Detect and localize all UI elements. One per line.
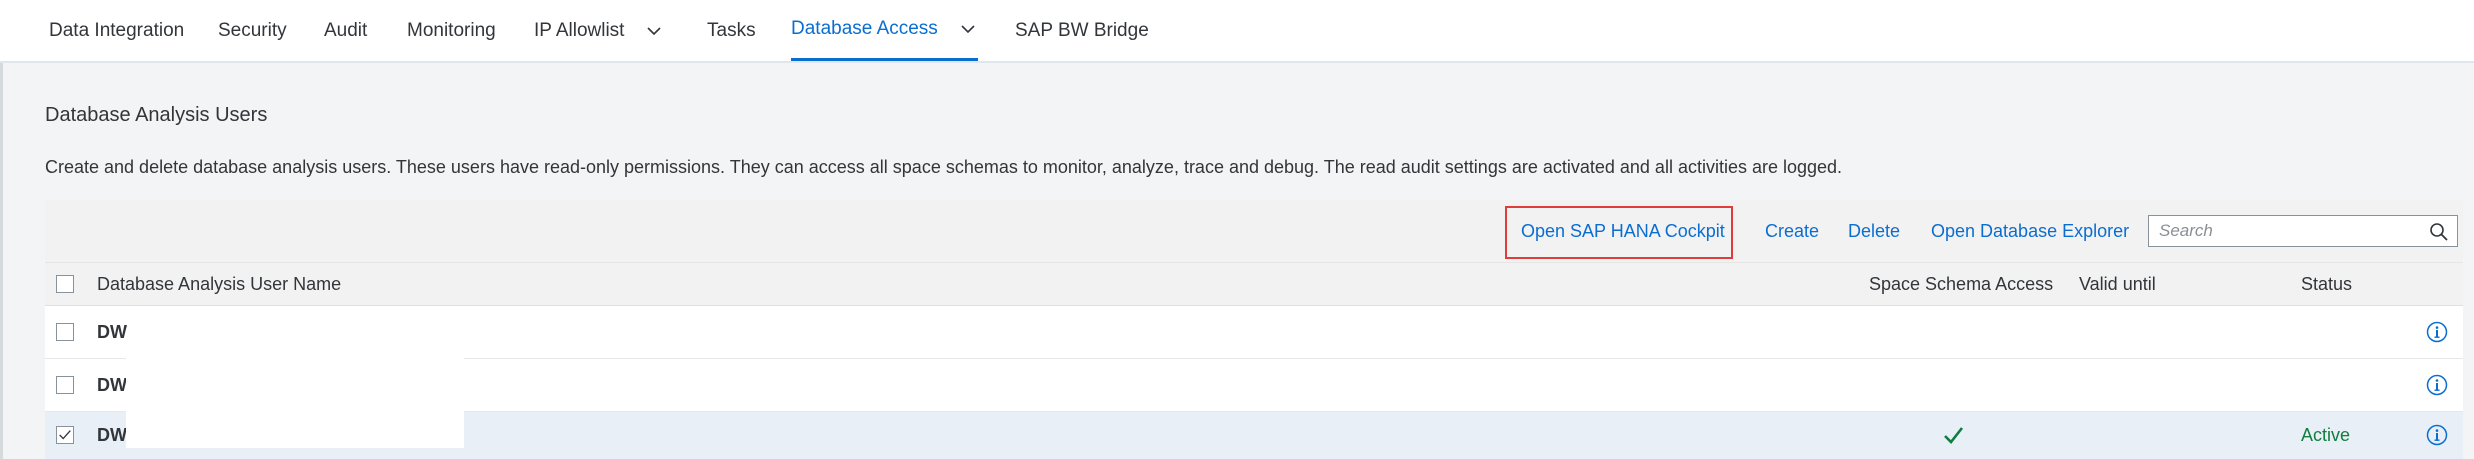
info-icon[interactable] xyxy=(2426,424,2448,446)
tab-tasks[interactable]: Tasks xyxy=(707,0,756,61)
redaction-block xyxy=(126,412,464,448)
section-description: Create and delete database analysis user… xyxy=(45,157,1843,177)
window-left-border xyxy=(0,0,3,459)
user-name: DW xyxy=(97,425,127,445)
tab-bar: Data Integration Security Audit Monitori… xyxy=(0,0,2474,63)
table-toolbar: Open SAP HANA Cockpit Create Delete Open… xyxy=(45,200,2463,263)
user-name: DW xyxy=(97,374,127,395)
section-title: Database Analysis Users xyxy=(45,104,268,126)
user-name: DW xyxy=(97,321,127,342)
column-header-status[interactable]: Status xyxy=(2301,263,2352,305)
column-header-name[interactable]: Database Analysis User Name xyxy=(97,263,341,305)
open-database-explorer-button[interactable]: Open Database Explorer xyxy=(1931,200,2129,262)
tab-label: Database Access xyxy=(791,18,938,39)
tab-label: IP Allowlist xyxy=(534,19,625,41)
tab-label: Monitoring xyxy=(407,19,496,41)
tab-label: Data Integration xyxy=(49,19,185,41)
row-checkbox[interactable] xyxy=(56,323,74,341)
tab-monitoring[interactable]: Monitoring xyxy=(407,0,496,61)
delete-button[interactable]: Delete xyxy=(1848,200,1900,262)
tab-label: Tasks xyxy=(707,19,756,41)
tab-audit[interactable]: Audit xyxy=(324,0,367,61)
search-field[interactable] xyxy=(2148,215,2458,247)
info-icon[interactable] xyxy=(2426,321,2448,343)
row-checkbox-checked[interactable] xyxy=(56,426,74,444)
checkmark-icon xyxy=(1944,427,1964,444)
chevron-down-icon[interactable] xyxy=(960,21,976,37)
column-header-space-schema-access[interactable]: Space Schema Access xyxy=(1869,263,2053,305)
tab-ip-allowlist[interactable]: IP Allowlist xyxy=(534,0,662,61)
tab-data-integration[interactable]: Data Integration xyxy=(49,0,184,61)
tab-label: SAP BW Bridge xyxy=(1015,19,1149,41)
chevron-down-icon[interactable] xyxy=(646,23,662,39)
info-icon[interactable] xyxy=(2426,374,2448,396)
search-icon[interactable] xyxy=(2429,222,2449,242)
redaction-block xyxy=(1920,359,2395,411)
highlight-annotation-box xyxy=(1505,206,1733,259)
tab-sap-bw-bridge[interactable]: SAP BW Bridge xyxy=(1015,0,1149,61)
tab-label: Audit xyxy=(324,19,368,41)
row-checkbox[interactable] xyxy=(56,376,74,394)
status-text: Active xyxy=(2301,425,2351,445)
table-row[interactable]: DW xyxy=(45,306,2463,359)
column-header-valid-until[interactable]: Valid until xyxy=(2079,263,2156,305)
create-button[interactable]: Create xyxy=(1765,200,1819,262)
tab-database-access[interactable]: Database Access xyxy=(791,0,978,61)
table-header: Database Analysis User Name Space Schema… xyxy=(45,263,2463,306)
checkmark-icon xyxy=(59,430,71,440)
search-input[interactable] xyxy=(2149,216,2424,246)
tab-label: Security xyxy=(218,19,287,41)
select-all-checkbox[interactable] xyxy=(56,275,74,293)
tab-security[interactable]: Security xyxy=(218,0,287,61)
